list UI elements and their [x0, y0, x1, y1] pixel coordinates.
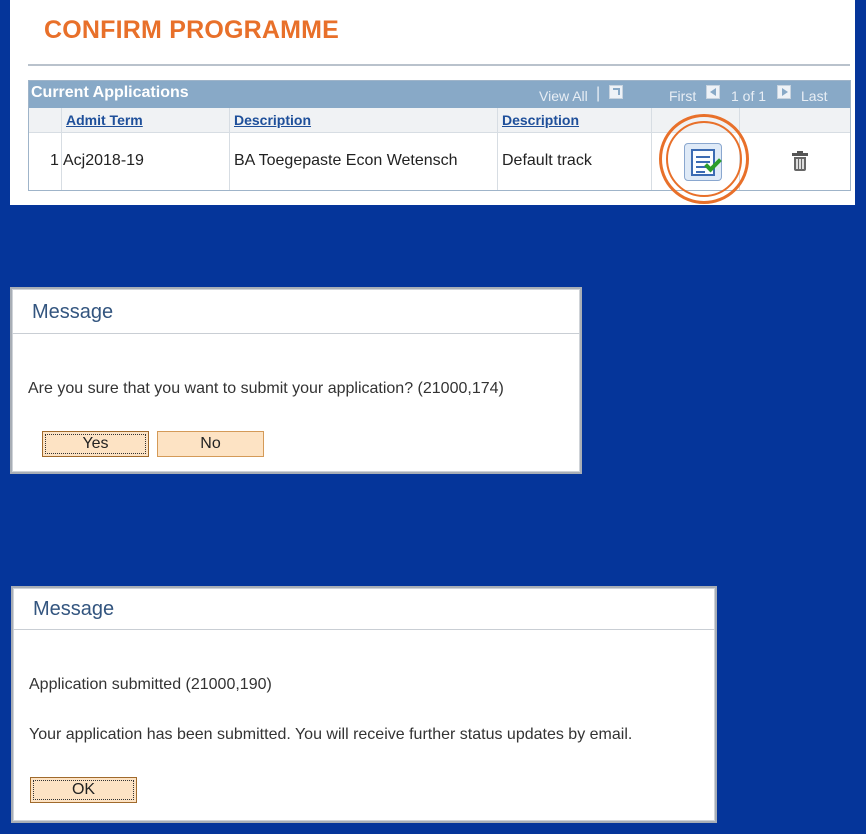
confirm-programme-panel: CONFIRM PROGRAMME Current Applications V…	[10, 0, 855, 205]
yes-button[interactable]: Yes	[42, 431, 149, 457]
column-header-description-2[interactable]: Description	[502, 112, 579, 128]
grid-header: Current Applications View All | First 1 …	[29, 81, 850, 108]
page-count: 1 of 1	[731, 88, 767, 104]
title-divider	[28, 64, 850, 66]
column-divider	[651, 108, 652, 190]
description-cell: BA Toegepaste Econ Wetensch	[234, 152, 458, 169]
dialog-message: Are you sure that you want to submit you…	[28, 380, 504, 397]
dialog-title-divider	[13, 629, 715, 630]
column-header-admit-term[interactable]: Admit Term	[66, 112, 143, 128]
trash-icon[interactable]	[792, 151, 808, 171]
last-link[interactable]: Last	[801, 88, 827, 104]
next-icon[interactable]	[777, 85, 791, 99]
admit-term-cell: Acj2018-19	[63, 152, 144, 169]
dialog-status-message: Application submitted (21000,190)	[29, 676, 272, 693]
column-divider	[229, 108, 230, 190]
ok-button[interactable]: OK	[30, 777, 137, 803]
highlight-circle-annotation	[659, 114, 749, 204]
dialog-title: Message	[32, 301, 114, 323]
previous-icon[interactable]	[706, 85, 720, 99]
grid-caption: Current Applications	[31, 84, 189, 101]
row-index: 1	[50, 152, 59, 169]
column-header-description[interactable]: Description	[234, 112, 311, 128]
view-all-link[interactable]: View All	[539, 88, 588, 104]
confirm-submit-dialog: Message Are you sure that you want to su…	[10, 287, 582, 474]
dialog-info-message: Your application has been submitted. You…	[29, 726, 633, 743]
column-divider	[61, 108, 62, 190]
popup-grid-icon[interactable]	[609, 85, 623, 99]
page-title: CONFIRM PROGRAMME	[44, 16, 340, 44]
dialog-title-divider	[12, 333, 580, 334]
column-divider	[497, 108, 498, 190]
track-cell: Default track	[502, 152, 592, 169]
first-link[interactable]: First	[669, 88, 696, 104]
current-applications-grid: Current Applications View All | First 1 …	[28, 80, 851, 204]
submission-confirmation-dialog: Message Application submitted (21000,190…	[11, 586, 717, 823]
separator: |	[596, 85, 601, 102]
no-button[interactable]: No	[157, 431, 264, 457]
dialog-title: Message	[33, 598, 115, 620]
